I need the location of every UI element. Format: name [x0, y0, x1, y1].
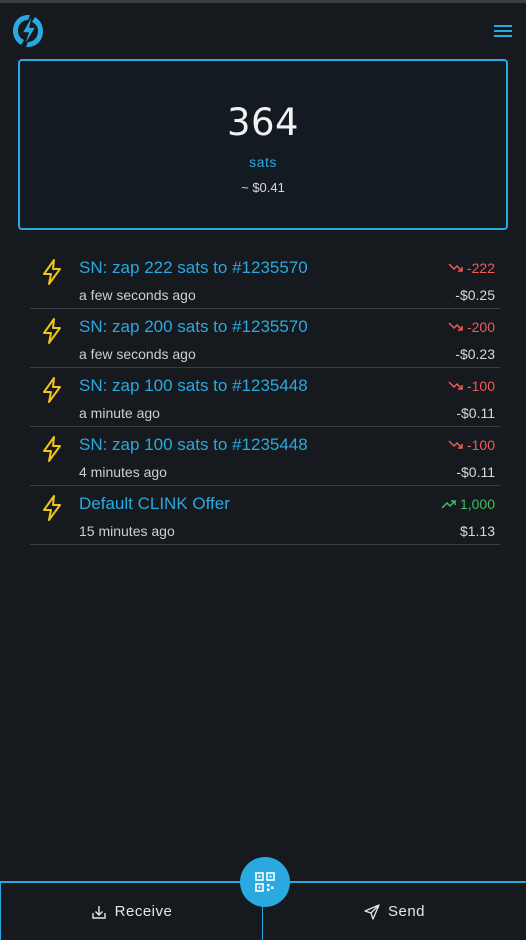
- transaction-time: a few seconds ago: [79, 287, 196, 303]
- receive-label: Receive: [114, 903, 173, 920]
- transaction-fiat: $1.13: [459, 523, 495, 539]
- scan-qr-button[interactable]: [240, 857, 290, 907]
- transaction-title: Default CLINK Offer: [79, 494, 230, 513]
- transaction-time: a few seconds ago: [79, 346, 196, 362]
- transaction-fiat: -$0.11: [456, 405, 495, 421]
- transaction-list: SN: zap 222 sats to #1235570 a few secon…: [30, 250, 500, 545]
- transaction-amount: -222: [448, 260, 495, 276]
- balance-amount: 364: [226, 101, 300, 144]
- lightning-icon: [40, 435, 64, 463]
- transaction-amount: -100: [448, 437, 495, 453]
- receive-button[interactable]: Receive: [0, 883, 263, 940]
- transaction-amount: -200: [448, 319, 495, 335]
- transaction-time: 15 minutes ago: [79, 523, 175, 539]
- transaction-title: SN: zap 222 sats to #1235570: [79, 258, 308, 277]
- balance-card: 364 sats ~ $0.41: [18, 59, 508, 230]
- transaction-row[interactable]: Default CLINK Offer 15 minutes ago 1,000…: [30, 486, 500, 545]
- transaction-row[interactable]: SN: zap 100 sats to #1235448 a minute ag…: [30, 368, 500, 427]
- qr-code-icon: [255, 872, 275, 892]
- transaction-row[interactable]: SN: zap 222 sats to #1235570 a few secon…: [30, 250, 500, 309]
- send-icon: [364, 903, 380, 920]
- lightning-logo-icon: [11, 11, 45, 51]
- top-strip: [0, 0, 526, 3]
- transaction-amount: -100: [448, 378, 495, 394]
- trending-down-icon: [448, 381, 463, 390]
- receive-icon: [91, 905, 106, 919]
- transaction-title: SN: zap 100 sats to #1235448: [79, 376, 308, 395]
- trending-down-icon: [448, 440, 463, 449]
- transaction-title: SN: zap 200 sats to #1235570: [79, 317, 308, 336]
- transaction-time: 4 minutes ago: [79, 464, 167, 480]
- trending-down-icon: [448, 263, 463, 272]
- balance-fiat: ~ $0.41: [241, 180, 285, 195]
- transaction-amount-value: -100: [466, 437, 495, 453]
- transaction-amount-value: -100: [466, 378, 495, 394]
- trending-up-icon: [441, 500, 456, 509]
- transaction-fiat: -$0.11: [456, 464, 495, 480]
- trending-down-icon: [448, 322, 463, 331]
- transaction-row[interactable]: SN: zap 200 sats to #1235570 a few secon…: [30, 309, 500, 368]
- transaction-fiat: -$0.23: [455, 346, 495, 362]
- lightning-icon: [40, 494, 64, 522]
- transaction-amount: 1,000: [441, 496, 495, 512]
- transaction-title: SN: zap 100 sats to #1235448: [79, 435, 308, 454]
- lightning-icon: [40, 258, 64, 286]
- transaction-amount-value: 1,000: [459, 496, 495, 512]
- hamburger-menu-icon[interactable]: [492, 22, 514, 40]
- transaction-amount-value: -200: [466, 319, 495, 335]
- balance-unit: sats: [249, 154, 277, 170]
- lightning-icon: [40, 376, 64, 404]
- lightning-icon: [40, 317, 64, 345]
- send-button[interactable]: Send: [263, 883, 526, 940]
- transaction-time: a minute ago: [79, 405, 160, 421]
- transaction-amount-value: -222: [466, 260, 495, 276]
- transaction-fiat: -$0.25: [455, 287, 495, 303]
- send-label: Send: [387, 903, 426, 920]
- transaction-row[interactable]: SN: zap 100 sats to #1235448 4 minutes a…: [30, 427, 500, 486]
